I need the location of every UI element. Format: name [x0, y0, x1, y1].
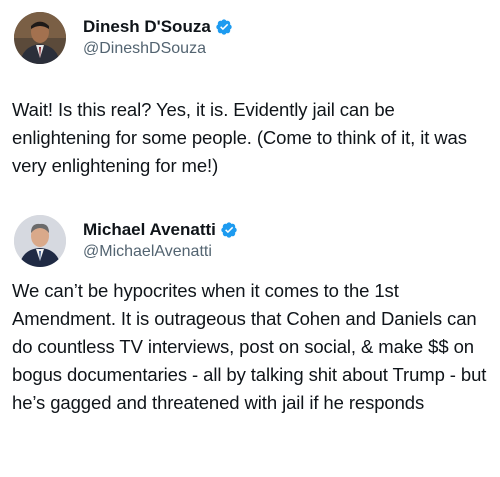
tweet-header: Michael Avenatti @MichaelAvenatti	[14, 213, 238, 269]
display-name[interactable]: Dinesh D'Souza	[83, 17, 211, 37]
verified-badge-icon	[215, 18, 233, 36]
name-row: Michael Avenatti	[83, 220, 238, 240]
tweet-header: Dinesh D'Souza @DineshDSouza	[14, 10, 233, 66]
handle[interactable]: @MichaelAvenatti	[83, 242, 238, 262]
handle[interactable]: @DineshDSouza	[83, 39, 233, 59]
tweet-text: Wait! Is this real? Yes, it is. Evidentl…	[12, 99, 467, 176]
verified-badge-icon	[220, 221, 238, 239]
author-names: Michael Avenatti @MichaelAvenatti	[83, 220, 238, 262]
name-row: Dinesh D'Souza	[83, 17, 233, 37]
avatar[interactable]	[14, 12, 66, 64]
display-name[interactable]: Michael Avenatti	[83, 220, 216, 240]
tweet-text: We can’t be hypocrites when it comes to …	[12, 280, 487, 413]
avatar[interactable]	[14, 215, 66, 267]
author-names: Dinesh D'Souza @DineshDSouza	[83, 17, 233, 59]
